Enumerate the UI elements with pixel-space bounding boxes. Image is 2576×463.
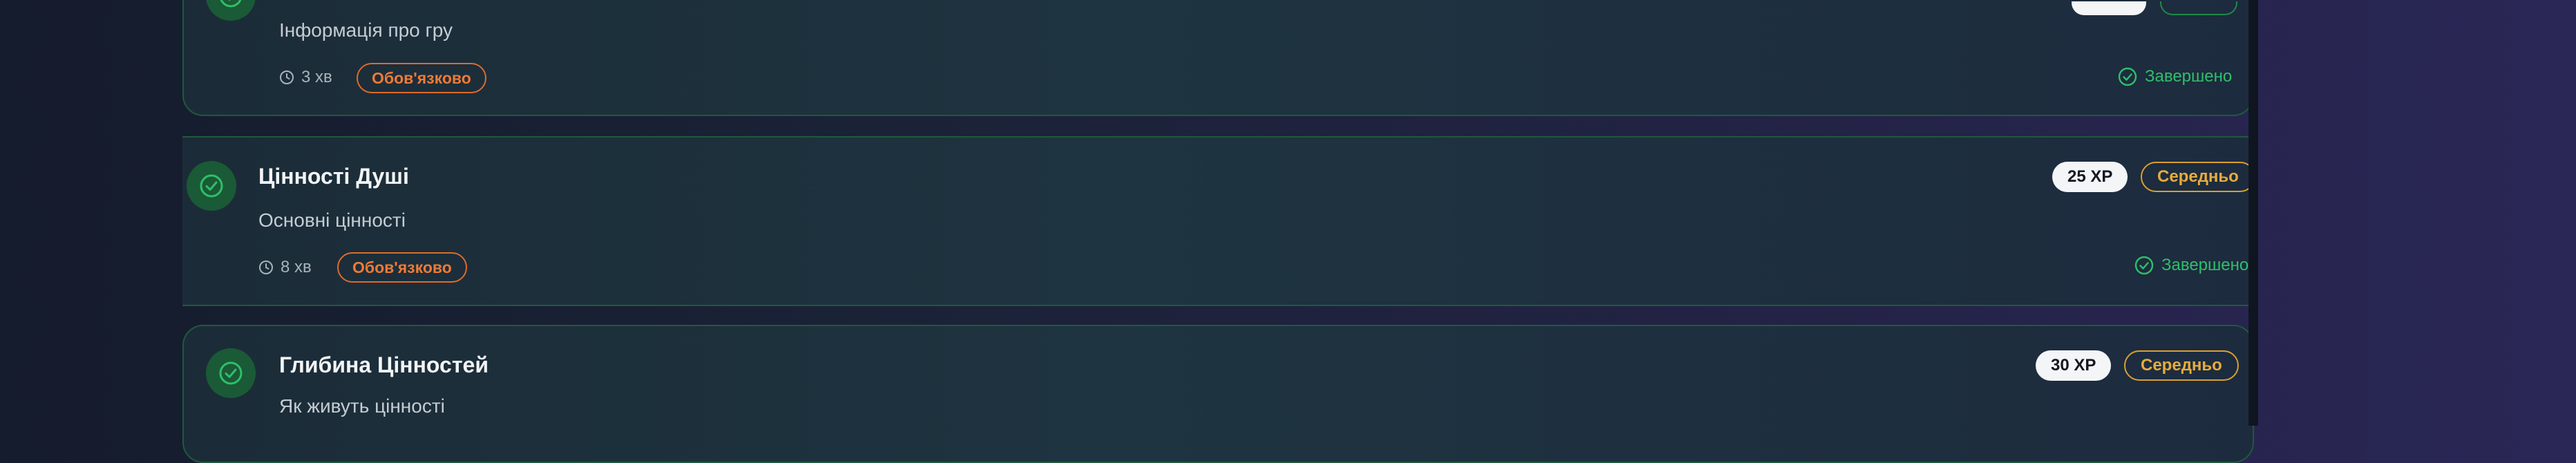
lesson-card[interactable]: Цінності Душі Основні цінності 8 хв Обов…	[182, 136, 2254, 306]
duration-text: 3 хв	[301, 68, 332, 86]
lesson-description: Як живуть цінності	[279, 395, 445, 417]
check-circle-icon	[2134, 255, 2154, 276]
status-text: Завершено	[2161, 256, 2249, 274]
completed-check-icon	[187, 161, 236, 211]
lesson-title: Глибина Цінностей	[279, 352, 489, 377]
difficulty-badge: Середньо	[2124, 350, 2239, 381]
lesson-title: Цінності Душі	[258, 164, 409, 189]
completed-status: Завершено	[2117, 66, 2232, 87]
xp-badge: 30 XP	[2036, 350, 2112, 381]
completed-status: Завершено	[2134, 255, 2248, 276]
completed-check-icon	[206, 0, 256, 21]
required-tag: Обов'язково	[337, 252, 467, 283]
lessons-list: Інформація про гру 3 хв Обов'язково Заве…	[0, 0, 2260, 463]
difficulty-badge: Середньо	[2141, 162, 2254, 192]
clock-icon	[279, 70, 294, 85]
lesson-card[interactable]: Інформація про гру 3 хв Обов'язково Заве…	[182, 0, 2254, 116]
completed-check-icon	[206, 348, 256, 398]
lesson-duration: 3 хв	[279, 68, 332, 87]
check-circle-icon	[2117, 66, 2138, 87]
lesson-card[interactable]: Глибина Цінностей Як живуть цінності 30 …	[182, 325, 2254, 463]
xp-badge	[2072, 1, 2146, 15]
difficulty-badge	[2160, 1, 2237, 15]
status-text: Завершено	[2145, 67, 2233, 86]
xp-badge: 25 XP	[2052, 162, 2128, 192]
lesson-description: Інформація про гру	[279, 19, 453, 41]
required-tag: Обов'язково	[357, 63, 486, 93]
duration-text: 8 хв	[281, 258, 312, 276]
lesson-description: Основні цінності	[258, 209, 406, 231]
scrollbar[interactable]	[2248, 0, 2258, 426]
clock-icon	[258, 260, 274, 275]
lesson-duration: 8 хв	[258, 258, 312, 277]
